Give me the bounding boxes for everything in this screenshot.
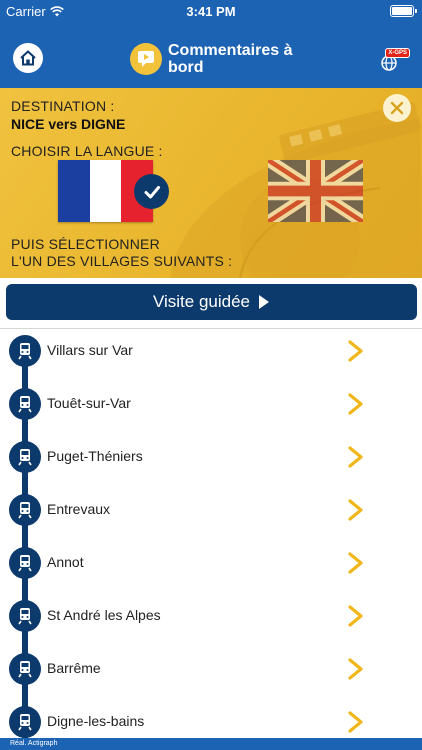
app-title: Commentaires à bord xyxy=(168,42,293,76)
chevron-right-icon xyxy=(346,392,366,416)
train-station-icon xyxy=(9,706,41,738)
chevron-right-icon xyxy=(346,498,366,522)
app-brand: Commentaires à bord xyxy=(130,42,298,76)
chevron-right-icon xyxy=(346,657,366,681)
destination-label: DESTINATION : xyxy=(11,98,115,114)
play-icon xyxy=(259,295,270,309)
select-instruction-line1: PUIS SÉLECTIONNER xyxy=(11,236,160,252)
village-name: Digne-les-bains xyxy=(47,713,145,729)
chevron-right-icon xyxy=(346,339,366,363)
language-english-flag[interactable] xyxy=(268,160,363,222)
selected-check-icon xyxy=(134,174,169,209)
footer-credit: Réal. Actigraph xyxy=(0,738,422,750)
destination-panel: DESTINATION : NICE vers DIGNE CHOISIR LA… xyxy=(0,88,422,278)
village-name: Barrême xyxy=(47,660,101,676)
village-name: Puget-Théniers xyxy=(47,448,143,464)
village-row[interactable]: Touêt-sur-Var xyxy=(0,378,422,431)
train-station-icon xyxy=(9,494,41,526)
train-station-icon xyxy=(9,547,41,579)
chevron-right-icon xyxy=(346,445,366,469)
clock: 3:41 PM xyxy=(186,4,236,19)
gps-badge: X-GPS xyxy=(385,48,410,58)
village-row[interactable]: Puget-Théniers xyxy=(0,431,422,484)
village-name: Entrevaux xyxy=(47,501,111,517)
guided-tour-label: Visite guidée xyxy=(152,292,251,311)
village-row[interactable]: Barrême xyxy=(0,643,422,696)
chevron-right-icon xyxy=(346,710,366,734)
village-name: Annot xyxy=(47,554,84,570)
app-header: Commentaires à bord X-GPS xyxy=(0,22,422,88)
village-name: Villars sur Var xyxy=(47,342,133,358)
village-name: St André les Alpes xyxy=(47,607,161,623)
village-row[interactable]: Entrevaux xyxy=(0,484,422,537)
destination-value: NICE vers DIGNE xyxy=(11,116,126,132)
gps-button[interactable]: X-GPS xyxy=(380,48,410,72)
village-name: Touêt-sur-Var xyxy=(47,395,131,411)
train-station-icon xyxy=(9,441,41,473)
select-instruction-line2: L'UN DES VILLAGES SUIVANTS : xyxy=(11,253,233,269)
village-row[interactable]: St André les Alpes xyxy=(0,590,422,643)
chevron-right-icon xyxy=(346,551,366,575)
home-icon xyxy=(20,50,36,66)
speech-bubble-icon xyxy=(130,43,162,75)
close-button[interactable] xyxy=(383,94,411,122)
train-station-icon xyxy=(9,653,41,685)
train-station-icon xyxy=(9,335,41,367)
battery-icon xyxy=(390,5,417,17)
language-label: CHOISIR LA LANGUE : xyxy=(11,143,163,159)
home-button[interactable] xyxy=(13,43,43,73)
chevron-right-icon xyxy=(346,604,366,628)
village-row[interactable]: Villars sur Var xyxy=(0,325,422,378)
village-row[interactable]: Annot xyxy=(0,537,422,590)
close-icon xyxy=(390,101,404,115)
status-bar: Carrier 3:41 PM xyxy=(0,0,422,22)
guided-tour-button[interactable]: Visite guidée xyxy=(6,284,417,320)
train-station-icon xyxy=(9,600,41,632)
train-station-icon xyxy=(9,388,41,420)
